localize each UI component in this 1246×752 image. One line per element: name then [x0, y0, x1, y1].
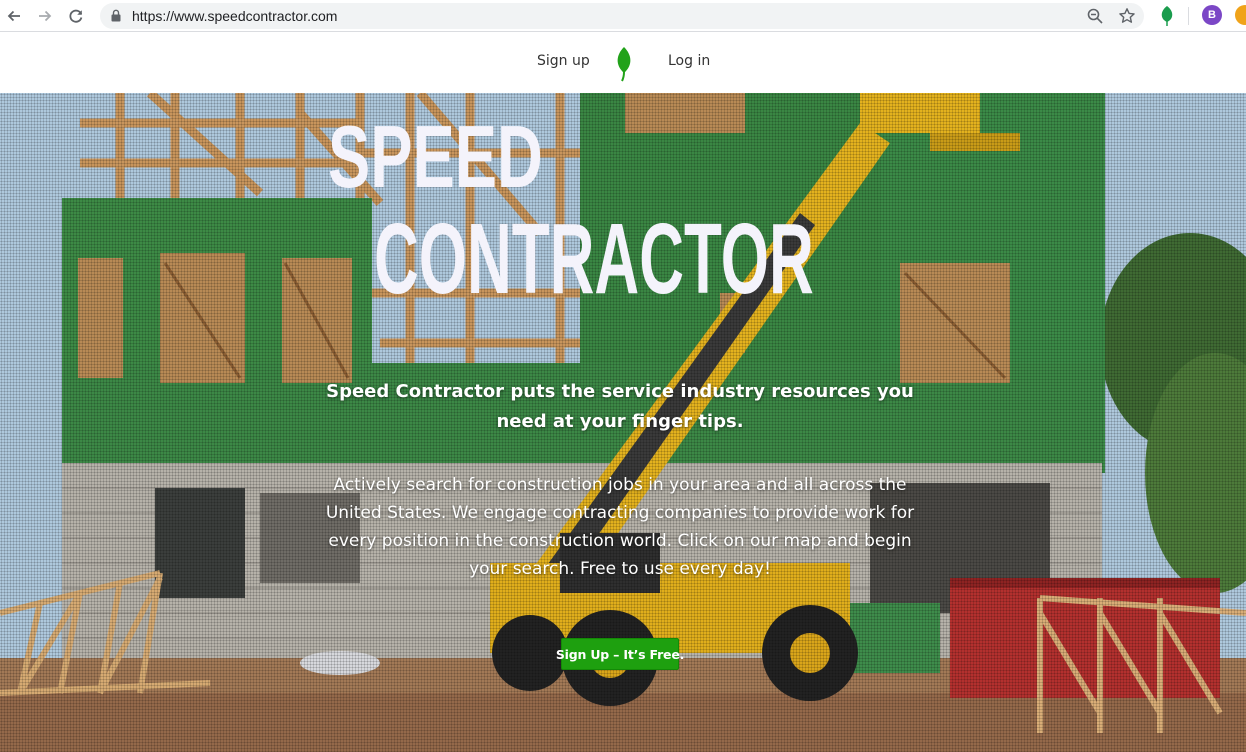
reload-icon	[69, 9, 83, 23]
toolbar-separator	[1188, 7, 1189, 25]
profile-avatar[interactable]: B	[1202, 5, 1222, 25]
orange-extension-icon[interactable]	[1235, 5, 1246, 25]
hero-description: Actively search for construction jobs in…	[325, 475, 915, 579]
address-bar[interactable]: https://www.speedcontractor.com	[100, 3, 1144, 29]
url-text[interactable]: https://www.speedcontractor.com	[132, 8, 337, 24]
zoom-icon[interactable]	[1086, 7, 1104, 25]
signup-link[interactable]: Sign up	[537, 53, 590, 69]
arrow-right-icon	[39, 10, 52, 22]
signup-free-button[interactable]: Sign Up – It’s Free.	[556, 638, 684, 670]
back-button[interactable]	[2, 4, 26, 28]
star-icon[interactable]	[1118, 7, 1136, 25]
hero-title-speed: SPEED	[328, 107, 543, 206]
hero-title-contractor: CONTRACTOR	[374, 203, 814, 315]
browser-toolbar: https://www.speedcontractor.com B	[0, 0, 1246, 32]
hero-tagline: Speed Contractor puts the service indust…	[326, 381, 914, 432]
arrow-left-icon	[7, 10, 20, 22]
hero-section: SPEED CONTRACTOR Speed Contractor puts t…	[0, 93, 1246, 752]
forward-button[interactable]	[33, 4, 57, 28]
reload-button[interactable]	[64, 4, 88, 28]
green-leaf-logo-icon[interactable]	[613, 46, 635, 82]
site-header: Sign up Log in	[0, 32, 1246, 93]
lock-icon	[111, 9, 121, 22]
green-leaf-extension-icon[interactable]	[1158, 5, 1176, 27]
login-link[interactable]: Log in	[668, 53, 710, 69]
